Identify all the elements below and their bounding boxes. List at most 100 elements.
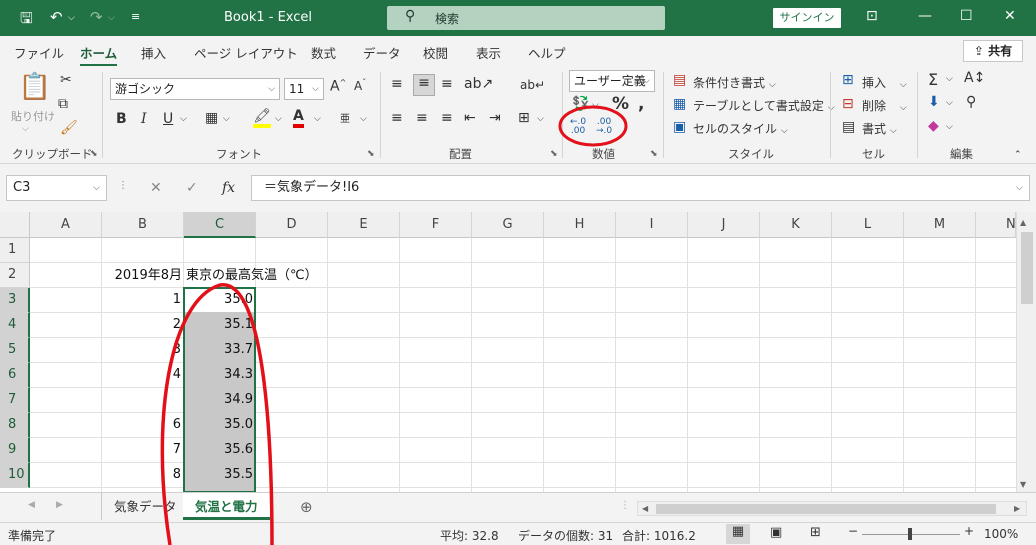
copy-icon[interactable]: ⧉	[58, 96, 68, 112]
scroll-down-icon[interactable]: ▼	[1020, 480, 1026, 489]
format-cells-button[interactable]: 書式 ⌵	[862, 120, 897, 137]
signin-button[interactable]: サインイン	[773, 8, 841, 28]
tab-help[interactable]: ヘルプ	[528, 43, 566, 62]
cell-styles-icon[interactable]: ▣	[673, 119, 686, 135]
clipboard-launcher-icon[interactable]: ⬊	[90, 149, 98, 159]
orientation-icon[interactable]: ab↗	[464, 76, 493, 92]
worksheet-grid[interactable]: A B C D E F G H I J K L M N 1 2 3 4 5 6 …	[0, 212, 1016, 492]
phonetic-dropdown-icon[interactable]: ⌵	[360, 114, 367, 124]
insert-function-icon[interactable]: fx	[222, 180, 235, 196]
currency-dropdown-icon[interactable]: ⌵	[592, 100, 599, 110]
increase-font-icon[interactable]: A^	[330, 78, 346, 95]
format-painter-icon[interactable]: 🖌	[60, 120, 78, 136]
vertical-scrollbar[interactable]: ▲ ▼	[1016, 212, 1036, 496]
autosum-icon[interactable]: Σ	[928, 70, 938, 89]
cell-b4[interactable]: 2	[102, 313, 184, 337]
conditional-format-button[interactable]: 条件付き書式 ⌵	[693, 74, 776, 91]
cell-b2[interactable]: 2019年8月	[102, 264, 184, 288]
redo-dropdown-icon[interactable]: ⌵	[108, 13, 115, 23]
merge-dropdown-icon[interactable]: ⌵	[537, 114, 544, 124]
row-header-4[interactable]: 4	[0, 313, 30, 338]
paste-label[interactable]: 貼り付け	[11, 108, 55, 124]
customize-qat-icon[interactable]: ≡	[131, 10, 140, 23]
conditional-format-icon[interactable]: ▤	[673, 72, 686, 88]
borders-dropdown-icon[interactable]: ⌵	[223, 114, 230, 124]
cell-c9[interactable]: 35.6	[184, 438, 256, 462]
horizontal-scrollbar[interactable]: ◀ ▶	[637, 501, 1027, 516]
decrease-decimal-icon[interactable]: .00 →.0	[596, 118, 612, 136]
cell-b7[interactable]	[102, 388, 184, 412]
minimize-icon[interactable]: —	[918, 8, 932, 24]
tab-review[interactable]: 校閲	[423, 43, 448, 62]
italic-icon[interactable]: I	[141, 111, 147, 127]
save-icon[interactable]: 🖫	[20, 8, 33, 33]
column-header-l[interactable]: L	[832, 212, 904, 238]
cell-b8[interactable]: 6	[102, 413, 184, 437]
cell-c7[interactable]: 34.9	[184, 388, 256, 412]
share-button[interactable]: ⇪ 共有	[963, 40, 1023, 62]
cell-c3[interactable]: 35.0	[184, 288, 256, 312]
vertical-scroll-thumb[interactable]	[1021, 232, 1033, 304]
cell-c10[interactable]: 35.5	[184, 463, 256, 487]
zoom-slider-thumb[interactable]	[908, 528, 912, 540]
clear-dropdown-icon[interactable]: ⌵	[946, 122, 953, 132]
page-break-view-icon[interactable]: ⊞	[810, 525, 821, 540]
borders-icon[interactable]: ▦	[205, 110, 218, 126]
sort-filter-icon[interactable]: A↕	[964, 70, 985, 86]
cell-c2[interactable]: 東京の最高気温（℃）	[186, 264, 318, 288]
column-header-d[interactable]: D	[256, 212, 328, 238]
cell-styles-button[interactable]: セルのスタイル ⌵	[693, 120, 788, 137]
paste-dropdown-icon[interactable]: ⌵	[22, 124, 29, 134]
zoom-in-icon[interactable]: +	[964, 524, 974, 538]
align-right-icon[interactable]: ≡	[441, 110, 453, 126]
horizontal-scroll-thumb[interactable]	[656, 504, 996, 514]
alignment-launcher-icon[interactable]: ⬊	[550, 149, 558, 159]
cancel-icon[interactable]: ✕	[150, 180, 162, 196]
column-header-k[interactable]: K	[760, 212, 832, 238]
merge-center-icon[interactable]: ⊞	[518, 110, 530, 126]
tab-file[interactable]: ファイル	[14, 43, 64, 62]
column-header-f[interactable]: F	[400, 212, 472, 238]
cell-c5[interactable]: 33.7	[184, 338, 256, 362]
underline-icon[interactable]: U	[163, 111, 173, 127]
cell-b9[interactable]: 7	[102, 438, 184, 462]
percent-icon[interactable]: %	[612, 94, 629, 114]
zoom-level[interactable]: 100%	[984, 527, 1018, 541]
redo-icon[interactable]: ↷	[90, 8, 103, 26]
select-all-corner[interactable]	[0, 212, 30, 238]
font-color-dropdown-icon[interactable]: ⌵	[314, 114, 321, 124]
tab-formulas[interactable]: 数式	[311, 43, 336, 62]
cut-icon[interactable]: ✂	[60, 72, 72, 88]
align-bottom-icon[interactable]: ≡	[441, 76, 453, 92]
font-launcher-icon[interactable]: ⬊	[367, 149, 375, 159]
collapse-ribbon-icon[interactable]: ⌃	[1014, 150, 1022, 160]
undo-icon[interactable]: ↶	[50, 8, 63, 26]
tab-insert[interactable]: 挿入	[141, 43, 166, 62]
number-format-select[interactable]: ユーザー定義 ⌵	[569, 70, 655, 92]
column-header-e[interactable]: E	[328, 212, 400, 238]
fill-color-icon[interactable]: 🖍	[253, 108, 271, 128]
font-color-icon[interactable]: A	[293, 108, 304, 128]
undo-dropdown-icon[interactable]: ⌵	[68, 13, 75, 23]
format-as-table-icon[interactable]: ▦	[673, 96, 686, 112]
row-header-5[interactable]: 5	[0, 338, 30, 363]
decrease-indent-icon[interactable]: ⇤	[464, 110, 476, 126]
sheet-next-icon[interactable]: ▶	[56, 500, 63, 510]
search-box[interactable]: ⚲ 検索	[387, 6, 665, 30]
cell-c4[interactable]: 35.1	[184, 313, 256, 337]
find-select-icon[interactable]: ⚲	[966, 94, 976, 110]
row-header-6[interactable]: 6	[0, 363, 30, 388]
align-middle-icon[interactable]: ≡	[413, 74, 435, 96]
add-sheet-icon[interactable]: ⊕	[300, 498, 313, 516]
sheet-prev-icon[interactable]: ◀	[28, 500, 35, 510]
sheet-tab-temperature-power[interactable]: 気温と電力	[183, 493, 270, 520]
font-size-select[interactable]: 11 ⌵	[284, 78, 324, 100]
scroll-left-icon[interactable]: ◀	[642, 504, 648, 513]
formula-input[interactable]: ＝気象データ!I6 ⌵	[251, 175, 1030, 201]
column-header-c[interactable]: C	[184, 212, 256, 238]
row-header-9[interactable]: 9	[0, 438, 30, 463]
bold-icon[interactable]: B	[116, 111, 127, 127]
wrap-text-icon[interactable]: ab↵	[520, 78, 545, 92]
close-icon[interactable]: ✕	[1004, 8, 1016, 24]
row-header-3[interactable]: 3	[0, 288, 30, 313]
